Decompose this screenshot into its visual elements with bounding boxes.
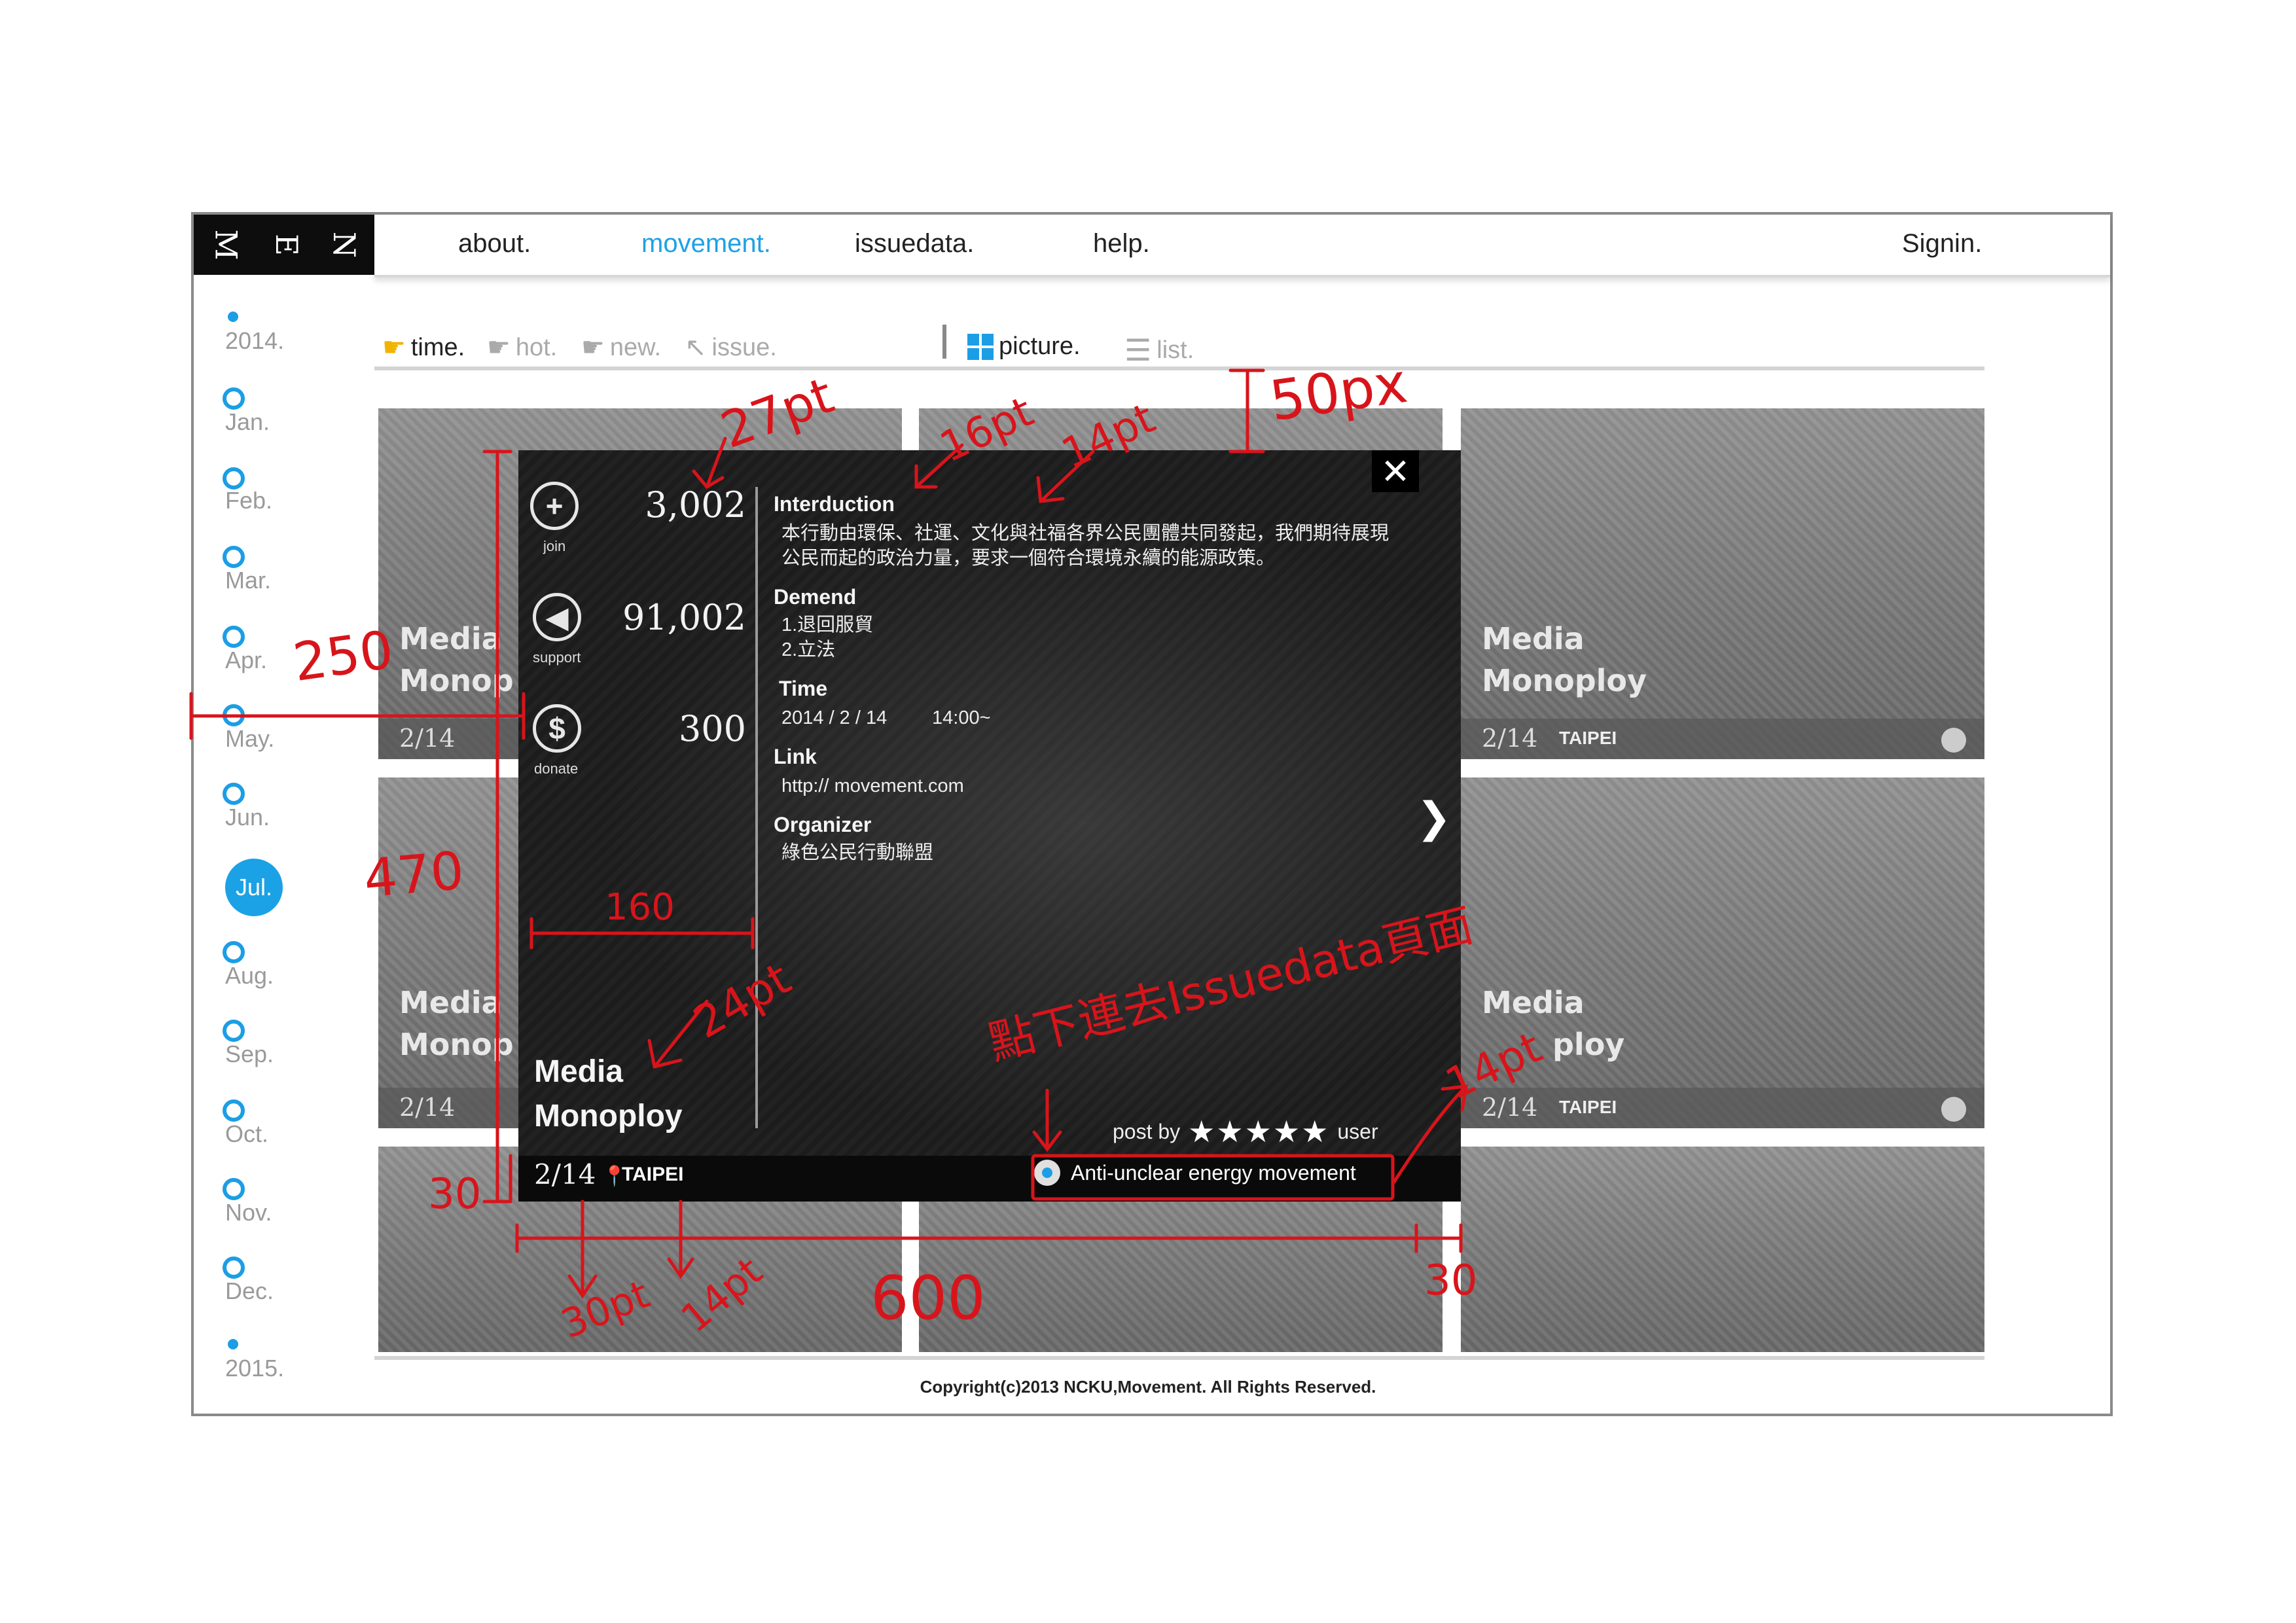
annotation-470: 470 <box>361 840 467 910</box>
annotation-layer <box>189 368 1469 1299</box>
annotation-600: 600 <box>870 1263 986 1333</box>
annotation-30-right: 30 <box>1424 1257 1478 1305</box>
annotation-160: 160 <box>605 886 675 929</box>
annotation-30: 30 <box>428 1170 482 1219</box>
